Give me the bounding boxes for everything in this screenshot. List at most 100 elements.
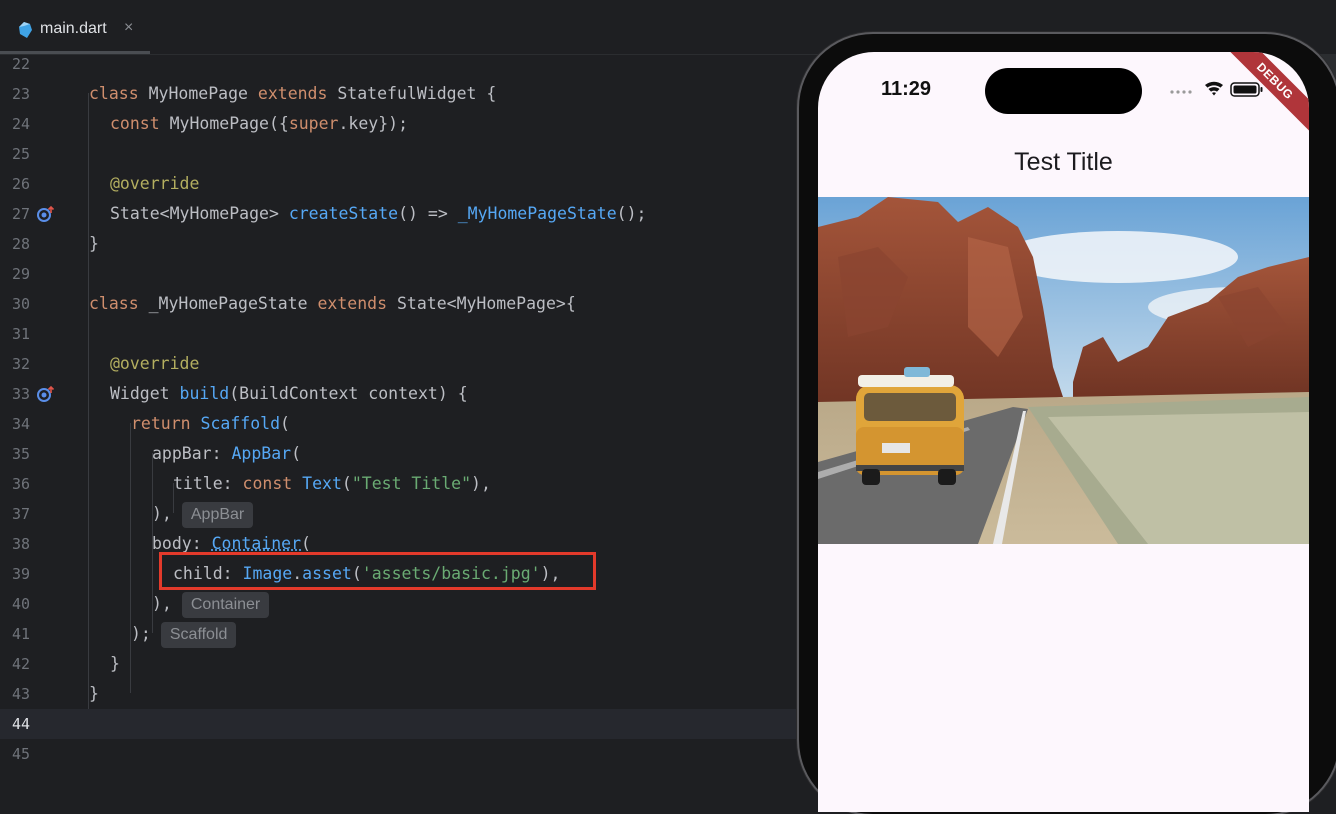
code-line[interactable]: 39 child: Image.asset('assets/basic.jpg')… [0,559,800,589]
code-token: AppBar [231,444,292,463]
yellow-van [856,367,964,485]
line-number: 40 [11,595,30,613]
app-image-desert-road [818,197,1309,544]
code-token: } [110,654,120,673]
code-token: ( [280,414,290,433]
code-token: .key}); [338,114,409,133]
code-line[interactable]: 34 return Scaffold( [0,409,800,439]
line-number: 42 [11,655,30,673]
code-line[interactable]: 28} [0,229,800,259]
code-token: title: [173,474,243,493]
code-token: ( [341,474,352,493]
active-tab-indicator [0,51,150,54]
code-line[interactable]: 37), AppBar [0,499,800,529]
code-token: child: [173,564,243,583]
line-number: 36 [11,475,30,493]
code-token: extends [257,84,328,103]
code-token: ); [131,624,151,643]
code-token: Text [292,474,342,493]
code-token: build [179,384,230,403]
tab-main-dart[interactable]: main.dart × [0,0,150,54]
code-token: @override [110,354,200,373]
code-line[interactable]: 42} [0,649,800,679]
app-bar-title: Test Title [1014,148,1113,176]
line-number: 31 [11,325,30,343]
line-number: 41 [11,625,30,643]
code-line[interactable]: 38 body: Container( [0,529,800,559]
code-token: 'assets/basic.jpg' [361,564,541,583]
code-token: () => [398,204,458,223]
cellular-signal-icon [1170,90,1192,94]
code-line[interactable]: 25 [0,139,800,169]
code-token: State<MyHomePage> [110,204,289,223]
tab-label: main.dart [40,20,107,37]
code-token: class [89,294,139,313]
override-marker-icon[interactable] [37,205,55,223]
code-line-current[interactable]: 44 [0,709,800,739]
line-number: 34 [11,415,30,433]
line-number: 22 [11,55,30,73]
inlay-hint: Container [181,591,270,618]
code-line[interactable]: 26 @override [0,169,800,199]
code-line[interactable]: 45 [0,739,800,768]
code-token: } [89,234,99,253]
code-token: ( [351,564,362,583]
code-token: . [292,564,303,583]
line-number: 28 [11,235,30,253]
code-line[interactable]: 31 [0,319,800,349]
code-token: asset [302,564,352,583]
code-token: } [89,684,99,703]
code-line[interactable]: 32 @override [0,349,800,379]
line-number: 23 [11,85,30,103]
tab-close-icon[interactable]: × [124,19,133,37]
line-number: 30 [11,295,30,313]
code-token: Widget [110,384,180,403]
override-marker-icon[interactable] [37,385,55,403]
line-number: 38 [11,535,30,553]
code-line[interactable]: 24 const MyHomePage({super.key}); [0,109,800,139]
line-number: 44 [11,715,30,733]
line-number: 43 [11,685,30,703]
line-number: 27 [11,205,30,223]
code-token: MyHomePage [138,84,258,103]
code-token: StatefulWidget { [327,84,497,103]
line-number: 26 [11,175,30,193]
code-line[interactable]: 36 title: const Text("Test Title"), [0,469,800,499]
line-number: 25 [11,145,30,163]
code-token: ), [152,594,172,613]
code-line[interactable]: 23 class MyHomePage extends StatefulWidge… [0,79,800,109]
code-token: Container [211,534,302,553]
line-number: 39 [11,565,30,583]
code-token: ), [540,564,561,583]
code-token: class [89,84,139,103]
line-number: 45 [11,745,30,763]
phone-screen[interactable]: 11:29 DEBUG Test Title [818,52,1309,812]
code-token: ( [301,534,311,553]
code-token: _MyHomePageState [457,204,617,223]
code-line[interactable]: 35 appBar: AppBar( [0,439,800,469]
status-bar-time: 11:29 [881,78,932,100]
code-line[interactable]: 43} [0,679,800,709]
code-token: extends [317,294,388,313]
code-token: const [110,114,160,133]
code-token: @override [110,174,200,193]
code-token: (); [616,204,647,223]
code-line[interactable]: 41); Scaffold [0,619,800,649]
inlay-hint: Scaffold [160,621,237,648]
dynamic-island [985,68,1142,114]
dart-file-icon [19,22,32,38]
line-number: 29 [11,265,30,283]
code-line[interactable]: 27 State<MyHomePage> createState() => _M… [0,199,800,229]
line-number: 37 [11,505,30,523]
code-token: ( [291,444,302,463]
code-line[interactable]: 22 [0,55,800,79]
code-token: createState [288,204,399,223]
code-line[interactable]: 33 Widget build(BuildContext context) { [0,379,800,409]
code-editor[interactable]: 22 23 class MyHomePage extends StatefulWi… [0,55,800,768]
line-number: 24 [11,115,30,133]
code-line[interactable]: 40), Container [0,589,800,619]
code-token: ), [152,504,172,523]
code-line[interactable]: 30 class _MyHomePageState extends State<M… [0,289,800,319]
code-line[interactable]: 29 [0,259,800,289]
code-token: return [131,414,191,433]
